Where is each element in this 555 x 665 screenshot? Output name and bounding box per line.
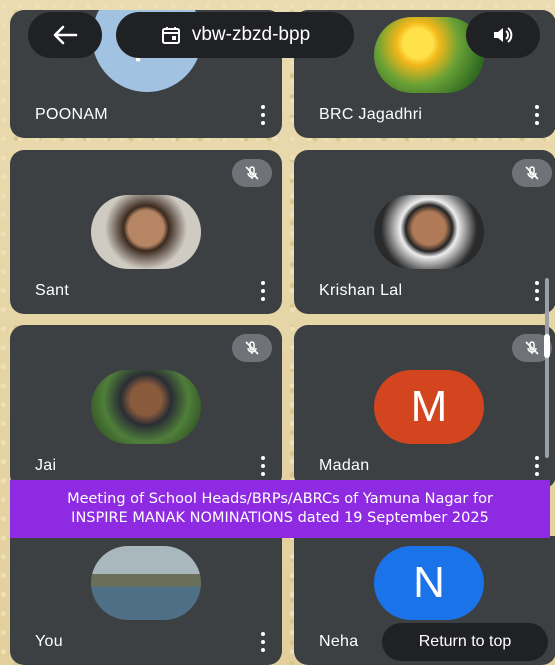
arrow-left-icon bbox=[53, 25, 78, 45]
mic-off-icon bbox=[232, 159, 272, 187]
participant-name: BRC Jagadhri bbox=[319, 106, 423, 123]
meeting-code: vbw-zbzd-bpp bbox=[191, 24, 311, 45]
return-to-top-label: Return to top bbox=[418, 633, 512, 650]
meeting-title-banner: Meeting of School Heads/BRPs/ABRCs of Ya… bbox=[10, 480, 550, 538]
participant-tile-sant[interactable]: Sant bbox=[10, 150, 282, 314]
calendar-icon bbox=[161, 27, 180, 44]
volume-icon bbox=[494, 27, 513, 43]
participant-name: Sant bbox=[35, 282, 70, 299]
return-to-top-button[interactable]: Return to top bbox=[382, 623, 548, 661]
avatar bbox=[374, 195, 484, 269]
mic-off-icon bbox=[232, 334, 272, 362]
more-options-icon[interactable] bbox=[260, 456, 266, 476]
avatar: M bbox=[374, 370, 484, 444]
avatar: N bbox=[374, 546, 484, 620]
participant-name: POONAM bbox=[35, 106, 108, 123]
participant-name: Jai bbox=[35, 457, 57, 474]
meeting-info-button[interactable]: vbw-zbzd-bpp bbox=[116, 12, 354, 58]
avatar-initial: M bbox=[410, 382, 448, 431]
participant-name: Neha bbox=[319, 633, 359, 650]
participant-name: Madan bbox=[319, 457, 370, 474]
scrollbar[interactable] bbox=[544, 278, 550, 458]
mic-off-icon bbox=[512, 159, 552, 187]
avatar bbox=[91, 195, 201, 269]
more-options-icon[interactable] bbox=[260, 632, 266, 652]
participant-name: Krishan Lal bbox=[319, 282, 403, 299]
more-options-icon[interactable] bbox=[260, 281, 266, 301]
back-button[interactable] bbox=[28, 12, 102, 58]
participant-tile-you[interactable]: You bbox=[10, 536, 282, 665]
speaker-button[interactable] bbox=[466, 12, 540, 58]
avatar bbox=[91, 370, 201, 444]
scrollbar-thumb[interactable] bbox=[544, 334, 550, 358]
participant-tile-jai[interactable]: Jai bbox=[10, 325, 282, 489]
more-options-icon[interactable] bbox=[534, 105, 540, 125]
participant-name: You bbox=[35, 633, 63, 650]
banner-line-2: INSPIRE MANAK NOMINATIONS dated 19 Septe… bbox=[71, 510, 489, 526]
avatar bbox=[91, 546, 201, 620]
participant-tile-madan[interactable]: M Madan bbox=[294, 325, 555, 489]
banner-line-1: Meeting of School Heads/BRPs/ABRCs of Ya… bbox=[67, 491, 493, 507]
more-options-icon[interactable] bbox=[534, 281, 540, 301]
more-options-icon[interactable] bbox=[534, 456, 540, 476]
participant-tile-krishan-lal[interactable]: Krishan Lal bbox=[294, 150, 555, 314]
more-options-icon[interactable] bbox=[260, 105, 266, 125]
avatar-initial: N bbox=[413, 558, 445, 607]
